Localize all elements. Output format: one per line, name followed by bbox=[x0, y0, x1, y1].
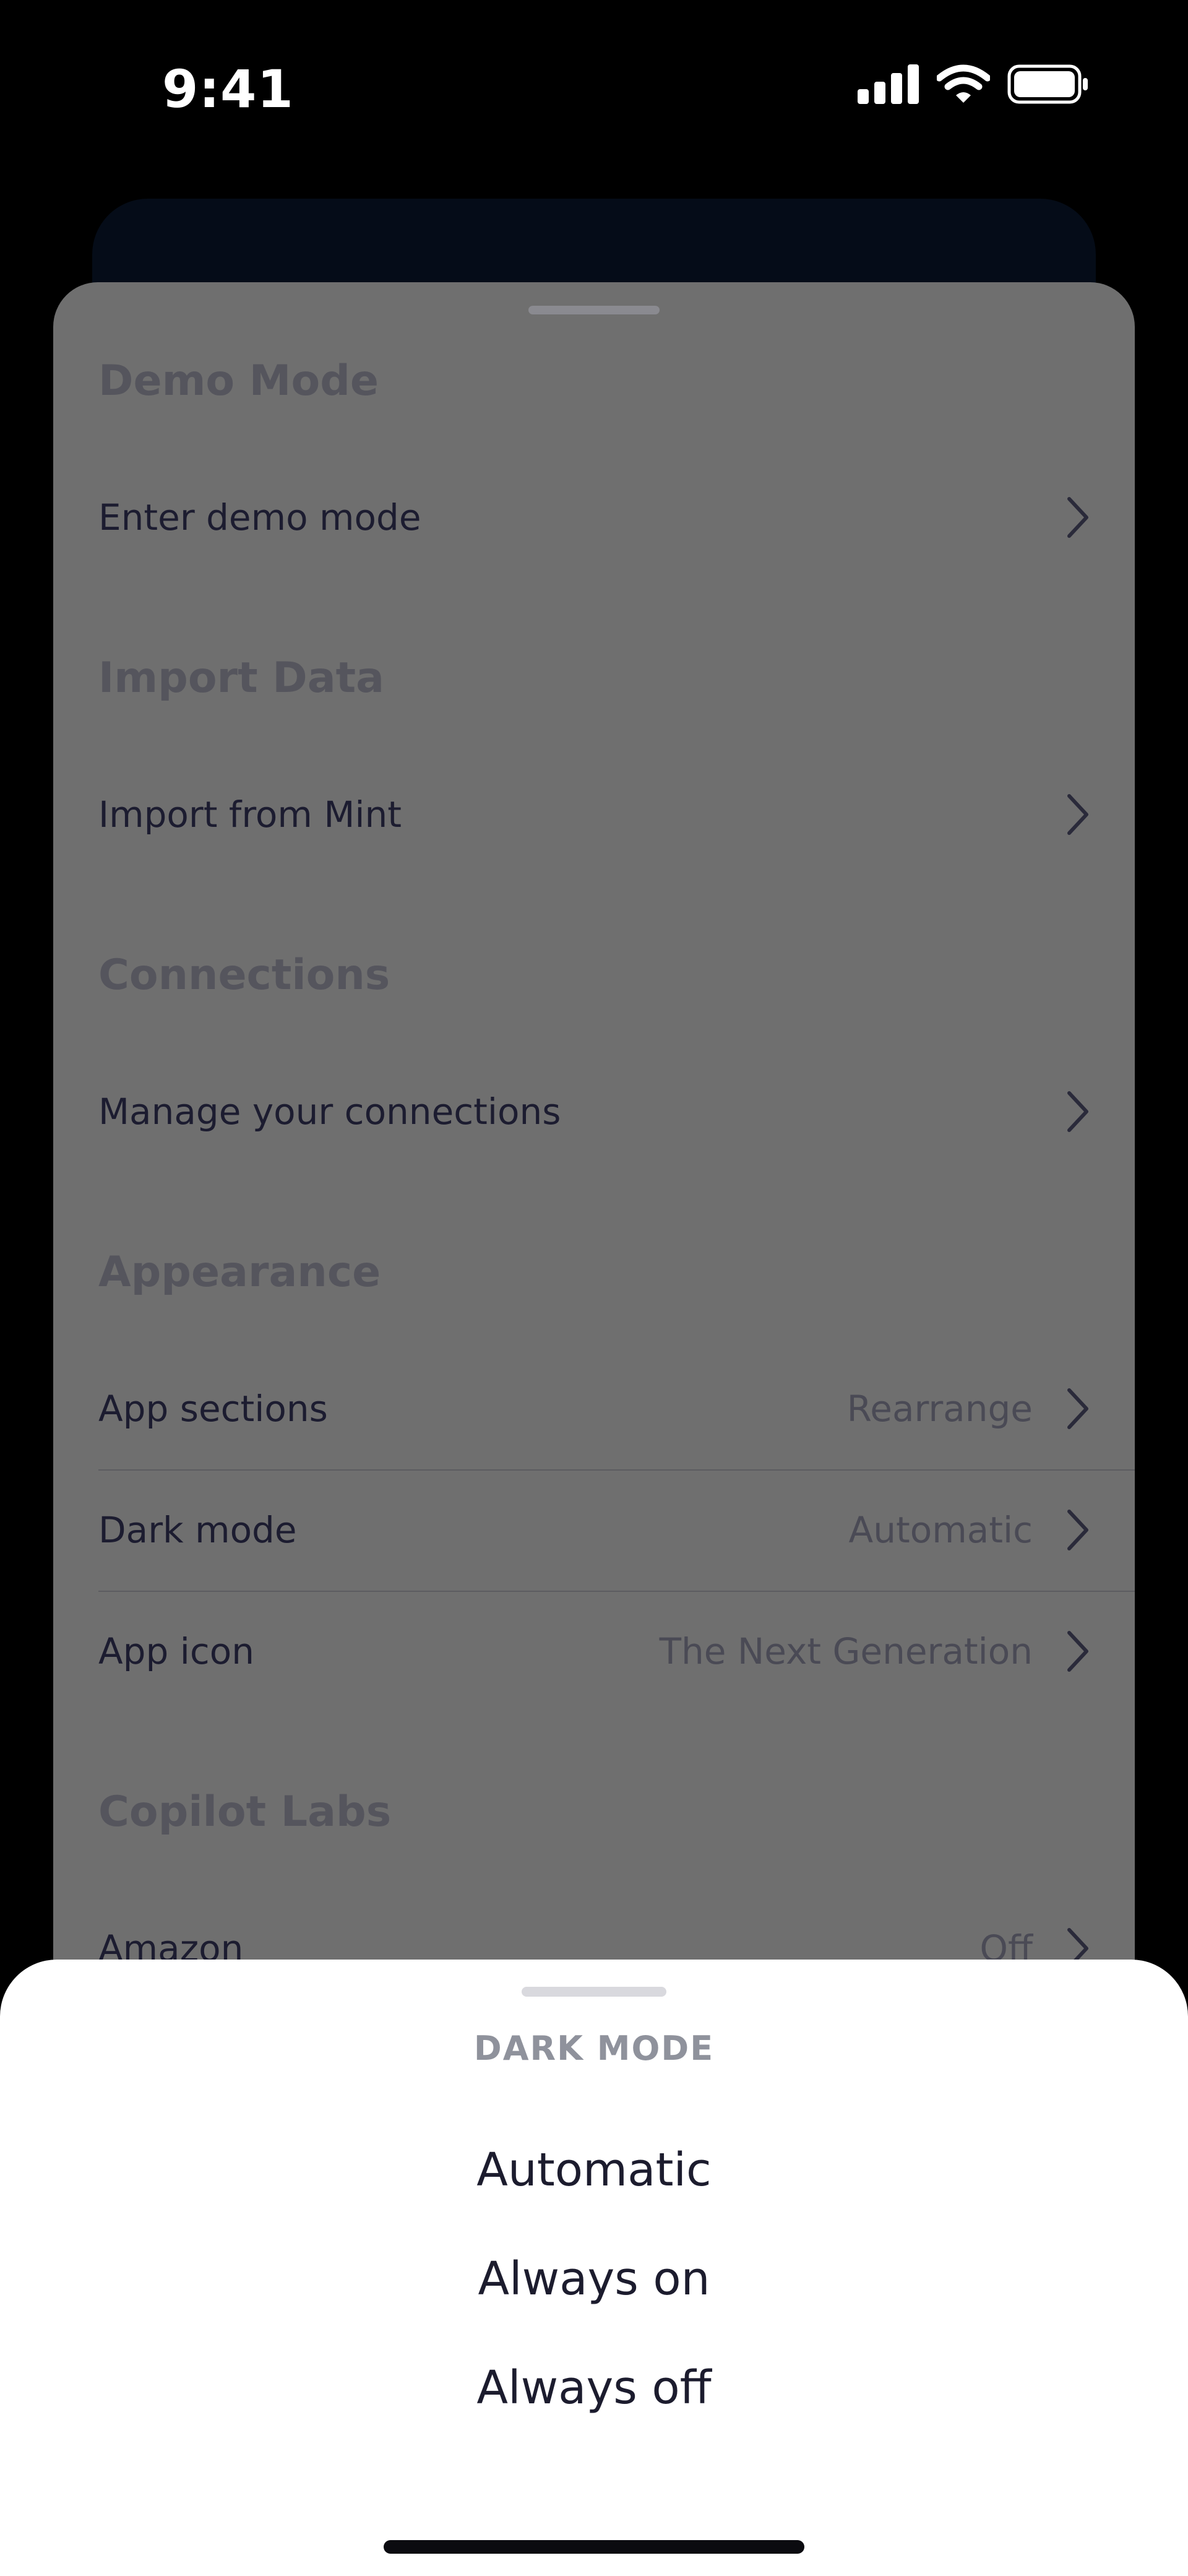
chevron-right-icon bbox=[1067, 1631, 1088, 1672]
chevron-right-icon bbox=[1067, 794, 1088, 835]
cellular-signal-icon bbox=[858, 64, 919, 104]
row-value: Automatic bbox=[848, 1509, 1033, 1551]
status-icons bbox=[858, 64, 1089, 104]
action-sheet-title: DARK MODE bbox=[473, 2029, 715, 2068]
dark-mode-action-sheet: DARK MODE Automatic Always on Always off bbox=[0, 1960, 1188, 2576]
section-title-import-data: Import Data bbox=[98, 654, 384, 702]
row-dark-mode[interactable]: Dark mode Automatic bbox=[98, 1469, 1135, 1591]
option-always-on[interactable]: Always on bbox=[346, 2236, 842, 2322]
row-label: App sections bbox=[98, 1388, 328, 1430]
screen: 9:41 Demo Mode Enter demo mode Import Da… bbox=[0, 0, 1188, 2576]
row-manage-connections[interactable]: Manage your connections bbox=[98, 1051, 1135, 1172]
chevron-right-icon bbox=[1067, 497, 1088, 538]
home-indicator[interactable] bbox=[384, 2540, 804, 2554]
option-automatic[interactable]: Automatic bbox=[346, 2127, 842, 2213]
row-label: Import from Mint bbox=[98, 793, 402, 836]
battery-icon bbox=[1007, 64, 1088, 104]
row-label: App icon bbox=[98, 1630, 254, 1672]
chevron-right-icon bbox=[1067, 1510, 1088, 1550]
option-always-off[interactable]: Always off bbox=[346, 2345, 842, 2431]
chevron-right-icon bbox=[1067, 1091, 1088, 1132]
status-bar: 9:41 bbox=[0, 0, 1188, 173]
sheet-grabber[interactable] bbox=[528, 306, 660, 314]
row-value: The Next Generation bbox=[659, 1630, 1033, 1672]
row-import-from-mint[interactable]: Import from Mint bbox=[98, 754, 1135, 875]
row-value: Rearrange bbox=[846, 1388, 1033, 1430]
row-label: Enter demo mode bbox=[98, 496, 421, 538]
row-app-icon[interactable]: App icon The Next Generation bbox=[98, 1591, 1135, 1712]
section-title-appearance: Appearance bbox=[98, 1248, 381, 1297]
section-title-demo-mode: Demo Mode bbox=[98, 357, 379, 405]
chevron-right-icon bbox=[1067, 1388, 1088, 1429]
section-title-connections: Connections bbox=[98, 951, 390, 1000]
row-label: Dark mode bbox=[98, 1509, 297, 1551]
row-enter-demo-mode[interactable]: Enter demo mode bbox=[98, 457, 1135, 578]
section-title-copilot-labs: Copilot Labs bbox=[98, 1787, 392, 1836]
row-label: Manage your connections bbox=[98, 1091, 561, 1133]
action-sheet-grabber[interactable] bbox=[522, 1987, 666, 1997]
status-time: 9:41 bbox=[162, 59, 294, 119]
wifi-icon bbox=[937, 64, 990, 103]
row-app-sections[interactable]: App sections Rearrange bbox=[98, 1348, 1135, 1469]
